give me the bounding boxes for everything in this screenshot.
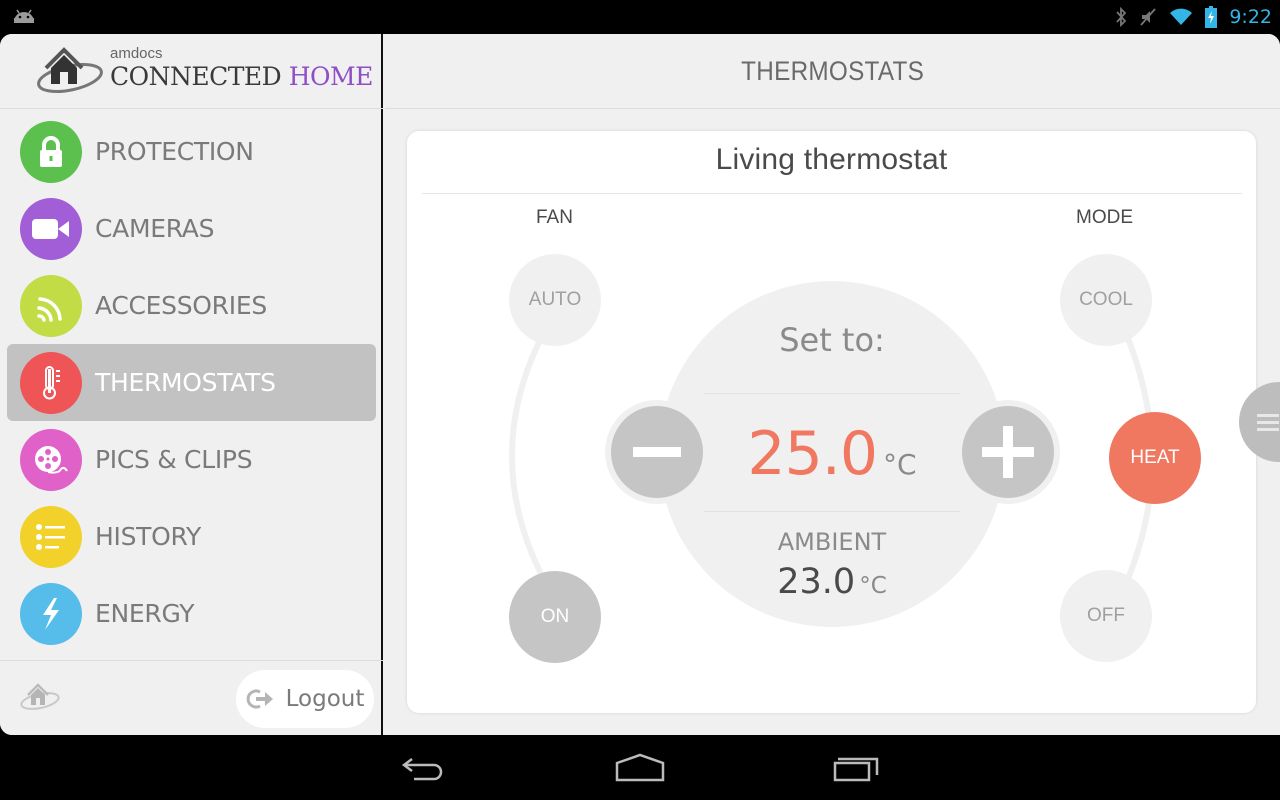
- clock: 9:22: [1229, 6, 1272, 28]
- logout-button[interactable]: Logout: [236, 670, 374, 728]
- logout-label: Logout: [285, 686, 365, 712]
- system-navigation-bar: [0, 735, 1280, 800]
- video-camera-icon: [20, 197, 82, 260]
- battery-charging-icon: [1205, 6, 1218, 28]
- setpoint-display: 25.0 °C: [659, 419, 1005, 489]
- recent-apps-icon[interactable]: [832, 753, 882, 783]
- brand-company: amdocs: [110, 45, 163, 62]
- bluetooth-icon: [1116, 7, 1127, 27]
- wifi-icon: [1170, 8, 1193, 25]
- sidebar-footer: Logout: [0, 660, 383, 735]
- mode-off-button[interactable]: OFF: [1060, 570, 1152, 662]
- minus-icon: [633, 447, 681, 457]
- back-icon[interactable]: [400, 753, 448, 783]
- lightning-icon: [20, 582, 82, 645]
- sidebar-nav: PROTECTION CAMERAS ACCESSORIES THERMOSTA…: [0, 113, 383, 652]
- sidebar-item-pics-clips[interactable]: PICS & CLIPS: [7, 421, 376, 498]
- ambient-display: 23.0 °C: [659, 562, 1005, 602]
- sidebar-item-label: PICS & CLIPS: [95, 445, 253, 474]
- sidebar-item-energy[interactable]: ENERGY: [7, 575, 376, 652]
- page-title: THERMOSTATS: [741, 55, 924, 86]
- android-icon: [14, 9, 34, 23]
- menu-icon: [1257, 414, 1279, 431]
- app-window: amdocs CONNECTED HOME PROTECTION CAMERAS: [0, 34, 1280, 735]
- fan-arc: [509, 334, 545, 578]
- wireless-signal-icon: [20, 274, 82, 337]
- home-icon[interactable]: [614, 753, 666, 783]
- sidebar-item-label: THERMOSTATS: [95, 368, 276, 397]
- decrease-temperature-button[interactable]: [605, 400, 709, 504]
- logout-icon: [246, 689, 273, 709]
- sidebar-item-label: ENERGY: [95, 599, 195, 628]
- divider: [704, 393, 960, 394]
- status-bar: 9:22: [0, 0, 1280, 34]
- increase-temperature-button[interactable]: [956, 400, 1060, 504]
- sidebar-item-protection[interactable]: PROTECTION: [7, 113, 376, 190]
- setpoint-value: 25.0: [747, 419, 878, 489]
- fan-label: FAN: [536, 207, 573, 228]
- house-logo-icon: [37, 47, 103, 93]
- muted-icon: [1140, 8, 1157, 26]
- sidebar-item-history[interactable]: HISTORY: [7, 498, 376, 575]
- brand-title: CONNECTED HOME: [110, 62, 373, 91]
- home-logo-icon[interactable]: [20, 681, 62, 713]
- fan-auto-button[interactable]: AUTO: [509, 254, 601, 346]
- sidebar-item-label: ACCESSORIES: [95, 291, 267, 320]
- plus-icon: [982, 426, 1034, 478]
- brand-logo: amdocs CONNECTED HOME: [0, 34, 383, 109]
- thermostat-card: Living thermostat FAN AUTO ON MODE COOL …: [407, 131, 1256, 713]
- set-to-label: Set to:: [779, 321, 885, 359]
- list-icon: [20, 505, 82, 568]
- mode-label: MODE: [1076, 207, 1133, 228]
- divider: [704, 511, 960, 512]
- sidebar-item-label: HISTORY: [95, 522, 201, 551]
- ambient-unit: °C: [859, 573, 887, 599]
- sidebar-item-cameras[interactable]: CAMERAS: [7, 190, 376, 267]
- film-reel-icon: [20, 428, 82, 491]
- sidebar: amdocs CONNECTED HOME PROTECTION CAMERAS: [0, 34, 383, 735]
- sidebar-item-label: CAMERAS: [95, 214, 215, 243]
- main-header: THERMOSTATS: [385, 34, 1280, 109]
- fan-on-button[interactable]: ON: [509, 571, 601, 663]
- mode-heat-button[interactable]: HEAT: [1109, 412, 1201, 504]
- sidebar-item-label: PROTECTION: [95, 137, 254, 166]
- sidebar-item-accessories[interactable]: ACCESSORIES: [7, 267, 376, 344]
- lock-icon: [20, 120, 82, 183]
- setpoint-unit: °C: [883, 448, 917, 481]
- mode-cool-button[interactable]: COOL: [1060, 254, 1152, 346]
- sidebar-item-thermostats[interactable]: THERMOSTATS: [7, 344, 376, 421]
- ambient-value: 23.0: [777, 562, 856, 602]
- main-panel: THERMOSTATS Living thermostat FAN AUTO O…: [385, 34, 1280, 735]
- ambient-label: AMBIENT: [777, 528, 887, 556]
- thermostat-name: Living thermostat: [715, 143, 948, 176]
- temperature-dial: Set to: 25.0 °C AMBIENT 23.0 °C: [659, 281, 1005, 627]
- thermometer-icon: [20, 351, 82, 414]
- divider: [422, 193, 1242, 194]
